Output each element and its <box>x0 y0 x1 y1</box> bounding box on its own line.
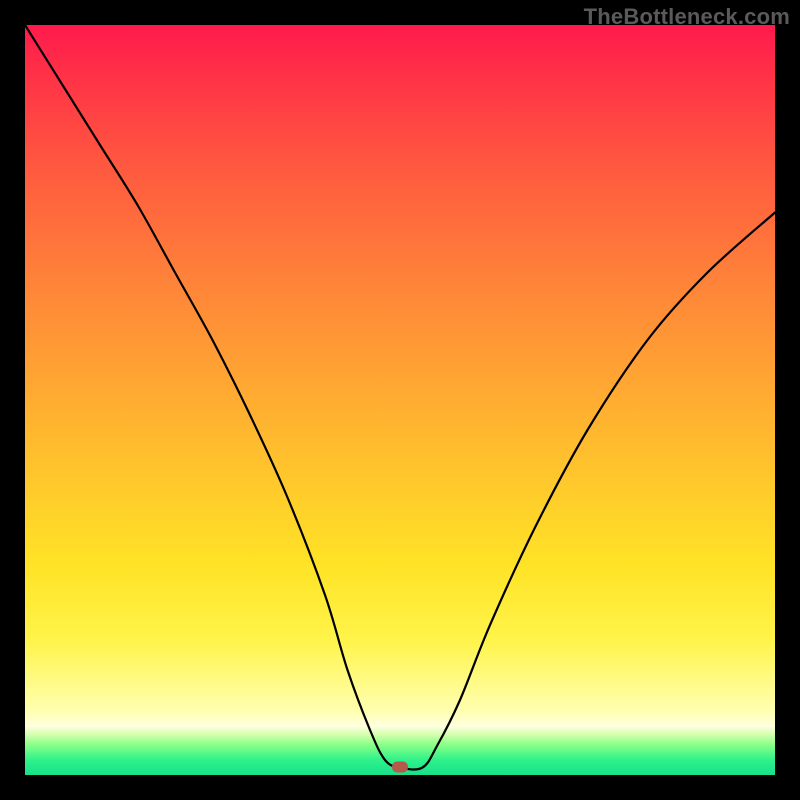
plot-area <box>25 25 775 775</box>
chart-frame: TheBottleneck.com <box>0 0 800 800</box>
bottleneck-curve <box>25 25 775 775</box>
optimum-marker <box>392 762 408 773</box>
